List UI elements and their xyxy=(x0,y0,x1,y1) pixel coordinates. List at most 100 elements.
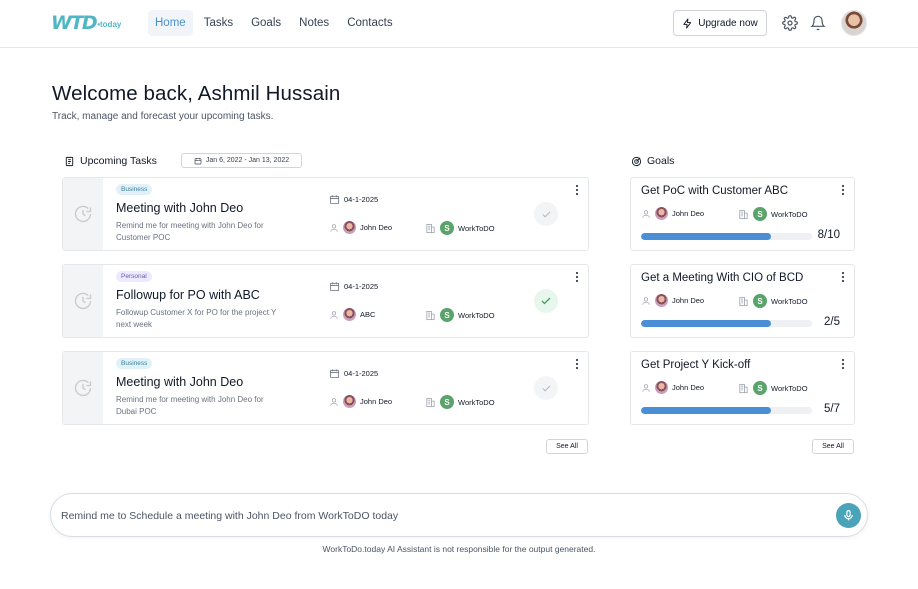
building-icon xyxy=(426,223,435,233)
assistant-disclaimer: WorkToDo.today AI Assistant is not respo… xyxy=(322,544,596,554)
user-avatar[interactable] xyxy=(841,10,867,36)
goal-progress-fill xyxy=(641,233,771,240)
date-range-label: Jan 6, 2022 - Jan 13, 2022 xyxy=(205,157,290,164)
org-name: WorkToDO xyxy=(458,397,495,407)
org-badge: S xyxy=(753,381,767,395)
tasks-section-title: Upcoming Tasks xyxy=(64,155,157,167)
owner-avatar xyxy=(655,381,668,394)
assignee-avatar xyxy=(343,221,356,234)
goal-progress-bar xyxy=(641,320,812,327)
mic-button[interactable] xyxy=(836,503,861,528)
owner-avatar xyxy=(655,294,668,307)
task-description: Remind me for meeting with John Deo for … xyxy=(116,395,264,416)
app-logo[interactable]: WTD •today xyxy=(51,12,121,34)
org-badge: S xyxy=(440,308,454,322)
goal-title: Get Project Y Kick-off xyxy=(641,359,751,371)
building-icon xyxy=(426,310,435,320)
user-icon xyxy=(642,296,650,305)
upgrade-button[interactable]: Upgrade now xyxy=(673,10,767,36)
task-status-area xyxy=(63,178,103,250)
org-name: WorkToDO xyxy=(771,296,808,306)
org-name: WorkToDO xyxy=(458,310,495,320)
logo-main-text: WTD xyxy=(51,12,98,34)
owner-name: John Deo xyxy=(672,383,705,392)
goal-owner: John Deo xyxy=(641,381,704,394)
tasks-see-all-button[interactable]: See All xyxy=(546,439,588,454)
nav-home[interactable]: Home xyxy=(148,10,193,36)
complete-task-button[interactable] xyxy=(534,289,558,313)
goal-owner: John Deo xyxy=(641,207,704,220)
check-icon xyxy=(541,384,551,392)
task-card[interactable]: Business Meeting with John Deo Remind me… xyxy=(62,177,589,251)
calendar-icon xyxy=(194,157,202,164)
building-icon xyxy=(426,397,435,407)
gear-icon[interactable] xyxy=(782,15,798,31)
goal-progress-text: 8/10 xyxy=(817,229,840,241)
lightning-icon xyxy=(683,17,692,29)
goals-section-label: Goals xyxy=(647,155,675,167)
task-tag: Business xyxy=(116,184,153,195)
more-vertical-icon[interactable] xyxy=(840,184,846,196)
goal-progress-text: 2/5 xyxy=(824,316,840,328)
task-description: Followup Customer X for PO for the proje… xyxy=(116,308,277,329)
bell-icon[interactable] xyxy=(810,15,826,31)
task-title: Meeting with John Deo xyxy=(116,375,244,389)
task-tag: Personal xyxy=(116,271,152,282)
org-name: WorkToDO xyxy=(771,209,808,219)
nav-notes[interactable]: Notes xyxy=(292,10,336,36)
goal-owner: John Deo xyxy=(641,294,704,307)
upgrade-label: Upgrade now xyxy=(698,17,758,29)
task-assignee: John Deo xyxy=(329,395,392,408)
check-icon xyxy=(541,297,551,305)
org-name: WorkToDO xyxy=(771,383,808,393)
complete-task-button[interactable] xyxy=(534,376,558,400)
task-card[interactable]: Personal Followup for PO with ABC Follow… xyxy=(62,264,589,338)
clipboard-icon xyxy=(65,156,74,166)
user-icon xyxy=(642,383,650,392)
main-nav: Home Tasks Goals Notes Contacts xyxy=(148,10,400,36)
goal-card[interactable]: Get Project Y Kick-off John Deo S WorkTo… xyxy=(630,351,855,425)
task-organization: S WorkToDO xyxy=(425,308,495,322)
task-status-area xyxy=(63,265,103,337)
calendar-icon xyxy=(329,282,340,292)
task-title: Meeting with John Deo xyxy=(116,201,244,215)
complete-task-button[interactable] xyxy=(534,202,558,226)
org-badge: S xyxy=(440,221,454,235)
task-assignee: John Deo xyxy=(329,221,392,234)
task-card[interactable]: Business Meeting with John Deo Remind me… xyxy=(62,351,589,425)
task-assignee: ABC xyxy=(329,308,375,321)
task-organization: S WorkToDO xyxy=(425,221,495,235)
more-vertical-icon[interactable] xyxy=(840,358,846,370)
clock-refresh-icon xyxy=(74,379,92,397)
task-status-area xyxy=(63,352,103,424)
more-vertical-icon[interactable] xyxy=(574,271,580,283)
task-date: 04-1-2025 xyxy=(329,368,378,379)
goals-see-all-button[interactable]: See All xyxy=(812,439,854,454)
building-icon xyxy=(739,383,748,393)
check-icon xyxy=(541,210,551,218)
more-vertical-icon[interactable] xyxy=(574,358,580,370)
microphone-icon xyxy=(844,510,853,521)
nav-tasks[interactable]: Tasks xyxy=(197,10,240,36)
tasks-section-label: Upcoming Tasks xyxy=(80,155,157,167)
nav-goals[interactable]: Goals xyxy=(244,10,288,36)
goal-organization: S WorkToDO xyxy=(738,381,808,395)
more-vertical-icon[interactable] xyxy=(574,184,580,196)
assignee-name: ABC xyxy=(360,310,376,319)
more-vertical-icon[interactable] xyxy=(840,271,846,283)
date-range-picker[interactable]: Jan 6, 2022 - Jan 13, 2022 xyxy=(181,153,302,168)
goal-organization: S WorkToDO xyxy=(738,207,808,221)
target-icon xyxy=(631,156,642,166)
nav-contacts[interactable]: Contacts xyxy=(340,10,399,36)
org-badge: S xyxy=(440,395,454,409)
org-badge: S xyxy=(753,207,767,221)
goal-progress-fill xyxy=(641,407,771,414)
top-header: WTD •today Home Tasks Goals Notes Contac… xyxy=(0,0,918,48)
assignee-avatar xyxy=(343,308,356,321)
owner-name: John Deo xyxy=(672,209,705,218)
org-name: WorkToDO xyxy=(458,223,495,233)
goal-card[interactable]: Get PoC with Customer ABC John Deo S Wor… xyxy=(630,177,855,251)
task-title: Followup for PO with ABC xyxy=(116,288,260,302)
assistant-prompt-input[interactable] xyxy=(61,507,821,525)
goal-card[interactable]: Get a Meeting With CIO of BCD John Deo S… xyxy=(630,264,855,338)
